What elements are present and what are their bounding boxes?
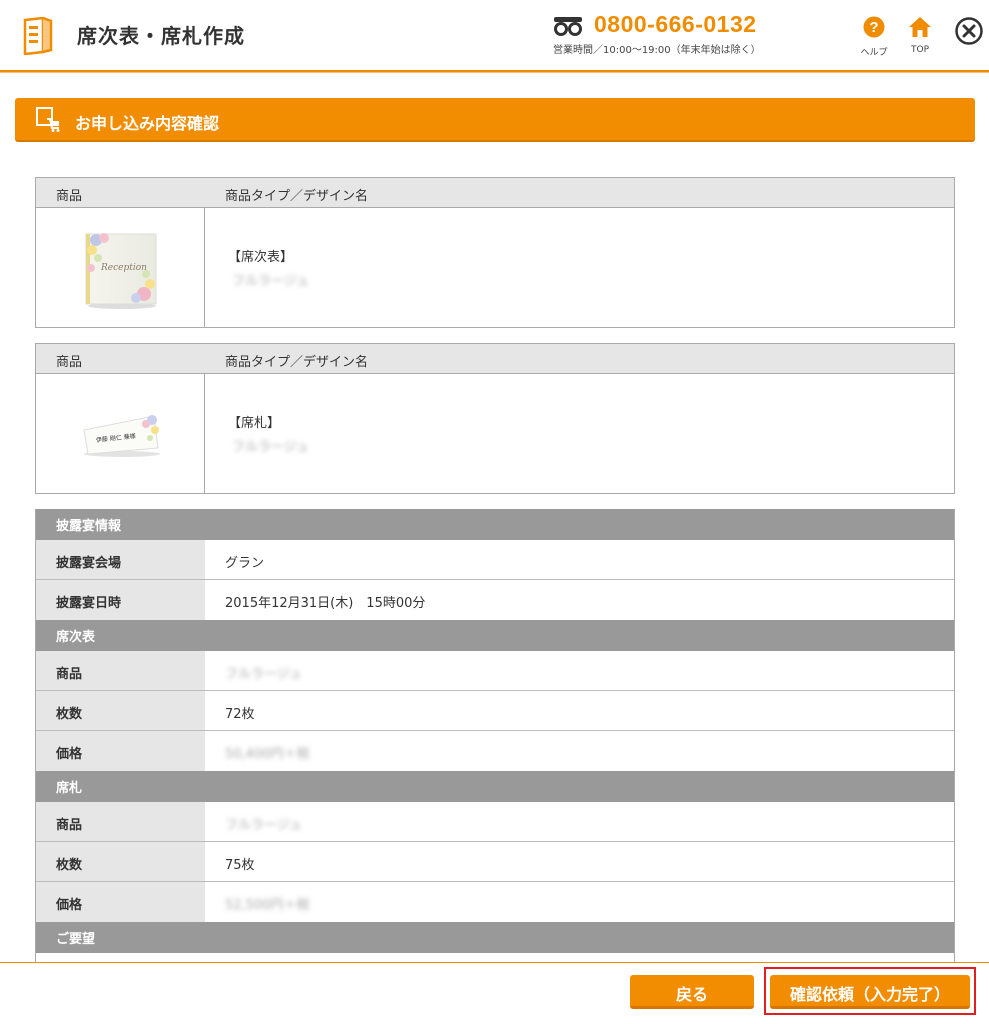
- place-card-product: フルラージュ: [225, 818, 302, 833]
- row-label: 枚数: [36, 842, 205, 881]
- help-icon: ?: [863, 16, 885, 38]
- svg-text:?: ?: [869, 19, 878, 36]
- table-row: 商品 フルラージュ: [36, 651, 954, 691]
- section-title: お申し込み内容確認: [75, 114, 220, 133]
- help-button[interactable]: ? ヘルプ: [854, 16, 894, 58]
- app-header: 席次表・席札作成 0800-666-0132 営業時間／10:00～19:00（…: [0, 0, 989, 70]
- col-product: 商品: [56, 189, 83, 204]
- place-card-price: 52,500円＋税: [225, 898, 310, 913]
- table-row: 商品 フルラージュ: [36, 802, 954, 842]
- freedial-icon: [554, 17, 582, 36]
- svg-text:Reception: Reception: [100, 263, 147, 273]
- seating-chart-count: 72枚: [225, 707, 255, 722]
- table-row: 伊藤 剛仁 兼様 【席札】 フルラージュ: [36, 374, 954, 493]
- seating-chart-product: フルラージュ: [225, 667, 302, 682]
- seating-chart-image: Reception: [85, 233, 157, 309]
- seating-chart-price: 50,400円＋税: [225, 747, 310, 762]
- table-header: 商品 商品タイプ／デザイン名: [36, 178, 954, 208]
- product-type: 【席次表】: [228, 250, 294, 265]
- footer-bar: 戻る 確認依頼（入力完了）: [0, 962, 989, 1024]
- table-header: 商品 商品タイプ／デザイン名: [36, 344, 954, 374]
- section-header-seating-chart: 席次表: [36, 620, 954, 651]
- section-header-place-card: 席札: [36, 771, 954, 802]
- col-type: 商品タイプ／デザイン名: [225, 355, 369, 370]
- reception-venue: グラン: [225, 556, 265, 571]
- row-label: 披露宴会場: [36, 540, 205, 579]
- cart-icon: [36, 107, 60, 132]
- table-row: 価格 52,500円＋税: [36, 882, 954, 922]
- col-product: 商品: [56, 355, 83, 370]
- table-row: 枚数 72枚: [36, 691, 954, 731]
- section-header-request: ご要望: [36, 922, 954, 953]
- product-design: フルラージュ: [232, 440, 309, 455]
- home-icon: [909, 17, 931, 37]
- table-row: 枚数 75枚: [36, 842, 954, 882]
- help-label: ヘルプ: [860, 48, 888, 58]
- row-label: 枚数: [36, 691, 205, 730]
- back-button[interactable]: 戻る: [630, 975, 754, 1009]
- table-row: 価格 50,400円＋税: [36, 731, 954, 771]
- product-table-seating-chart: 商品 商品タイプ／デザイン名 Reception 【席次表】 フルラージュ: [35, 177, 955, 328]
- phone-number: 0800-666-0132: [594, 11, 757, 37]
- menu-book-icon: [23, 17, 53, 55]
- row-label: 価格: [36, 731, 205, 771]
- table-row: 披露宴会場 グラン: [36, 540, 954, 580]
- place-card-image: 伊藤 剛仁 兼様: [83, 415, 160, 457]
- header-divider: [0, 70, 989, 73]
- reception-datetime: 2015年12月31日(木) 15時00分: [225, 596, 426, 611]
- place-card-count: 75枚: [225, 858, 255, 873]
- top-label: TOP: [910, 45, 929, 55]
- product-design: フルラージュ: [232, 274, 309, 289]
- col-type: 商品タイプ／デザイン名: [225, 189, 369, 204]
- order-info-table: 披露宴情報 披露宴会場 グラン 披露宴日時 2015年12月31日(木) 15時…: [35, 509, 955, 964]
- close-icon[interactable]: [954, 16, 984, 46]
- product-type: 【席札】: [228, 416, 281, 431]
- business-hours: 営業時間／10:00～19:00（年末年始は除く）: [553, 45, 761, 56]
- row-label: 披露宴日時: [36, 580, 205, 620]
- section-banner: お申し込み内容確認: [15, 98, 975, 142]
- product-table-place-card: 商品 商品タイプ／デザイン名 伊藤 剛仁 兼様 【席札】 フルラージュ: [35, 343, 955, 494]
- row-label: 価格: [36, 882, 205, 922]
- confirm-button[interactable]: 確認依頼（入力完了）: [770, 975, 970, 1009]
- table-row: 披露宴日時 2015年12月31日(木) 15時00分: [36, 580, 954, 620]
- section-header-reception: 披露宴情報: [36, 509, 954, 540]
- app-title: 席次表・席札作成: [77, 24, 245, 48]
- row-label: 商品: [36, 802, 205, 841]
- top-button[interactable]: TOP: [900, 16, 940, 55]
- row-label: 商品: [36, 651, 205, 690]
- table-row: Reception 【席次表】 フルラージュ: [36, 208, 954, 327]
